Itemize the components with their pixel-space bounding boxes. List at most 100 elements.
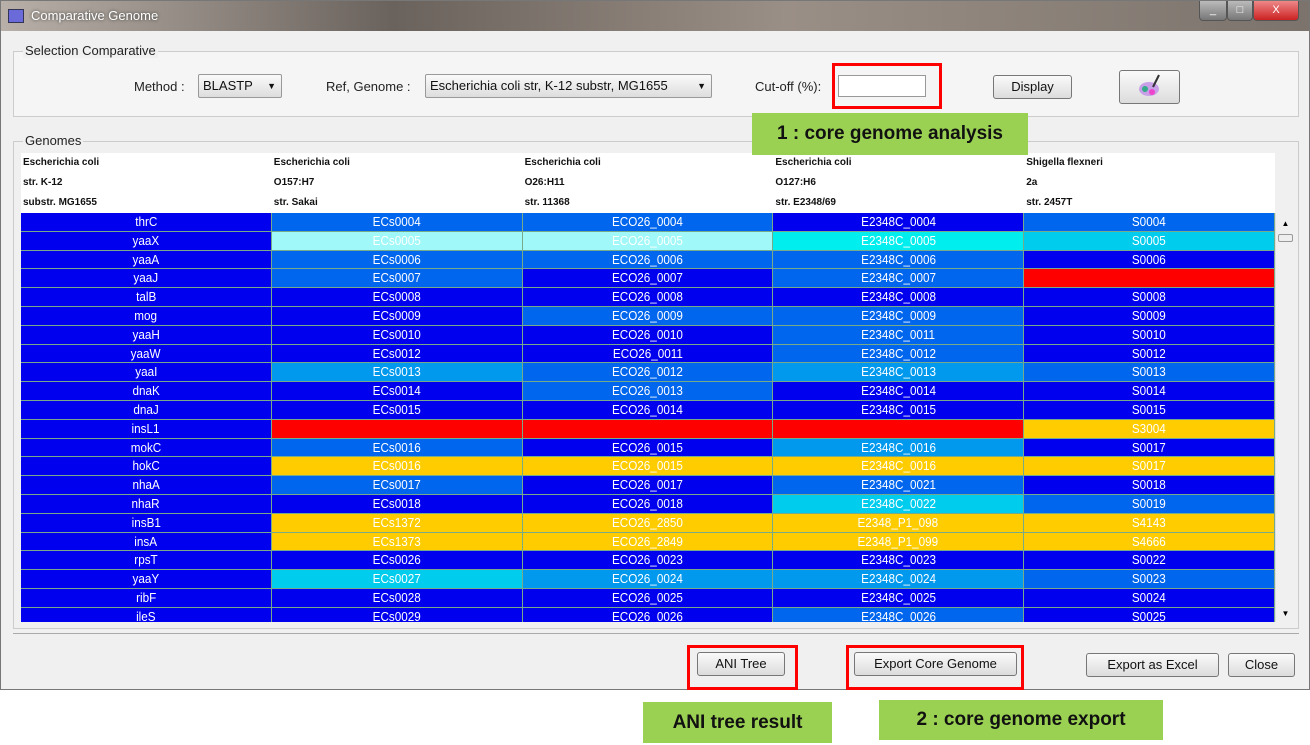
ortholog-cell[interactable]: S0019 bbox=[1024, 494, 1275, 514]
scroll-thumb[interactable] bbox=[1278, 234, 1293, 242]
table-row[interactable]: yaaI ECs0013 ECO26_0012 E2348C_0013 S0013 bbox=[21, 363, 1275, 383]
ortholog-cell[interactable]: E2348C_0015 bbox=[773, 400, 1025, 420]
gene-cell[interactable]: insL1 bbox=[21, 419, 272, 439]
gene-cell[interactable]: yaaW bbox=[21, 344, 272, 364]
ortholog-cell[interactable]: ECs0008 bbox=[271, 288, 523, 307]
ortholog-cell[interactable]: ECs0015 bbox=[271, 400, 523, 420]
table-row[interactable]: yaaX ECs0005 ECO26_0005 E2348C_0005 S0005 bbox=[21, 231, 1275, 251]
ortholog-cell[interactable]: ECO26_0007 bbox=[522, 269, 774, 289]
ortholog-cell[interactable]: ECO26_2850 bbox=[522, 513, 774, 533]
ortholog-cell[interactable]: ECs0012 bbox=[271, 344, 523, 364]
table-row[interactable]: yaaW ECs0012 ECO26_0011 E2348C_0012 S0012 bbox=[21, 344, 1275, 364]
ortholog-cell[interactable]: E2348C_0016 bbox=[773, 438, 1025, 458]
table-row[interactable]: nhaA ECs0017 ECO26_0017 E2348C_0021 S0018 bbox=[21, 476, 1275, 495]
ortholog-cell[interactable]: S0018 bbox=[1024, 476, 1275, 495]
ortholog-cell[interactable]: E2348_P1_099 bbox=[773, 532, 1025, 552]
ortholog-cell[interactable]: S0006 bbox=[1024, 250, 1275, 270]
table-row[interactable]: ribF ECs0028 ECO26_0025 E2348C_0025 S0024 bbox=[21, 588, 1275, 608]
gene-cell[interactable]: nhaR bbox=[21, 494, 272, 514]
table-row[interactable]: dnaJ ECs0015 ECO26_0014 E2348C_0015 S0015 bbox=[21, 400, 1275, 420]
ortholog-cell[interactable] bbox=[773, 419, 1025, 439]
gene-cell[interactable]: ileS bbox=[21, 607, 272, 622]
gene-cell[interactable]: dnaK bbox=[21, 382, 272, 401]
ortholog-cell[interactable] bbox=[271, 419, 523, 439]
gene-cell[interactable]: hokC bbox=[21, 457, 272, 477]
ortholog-cell[interactable]: S0017 bbox=[1024, 438, 1275, 458]
ortholog-cell[interactable]: S0023 bbox=[1024, 570, 1275, 589]
ortholog-cell[interactable]: E2348C_0005 bbox=[773, 231, 1025, 251]
ortholog-cell[interactable]: S0010 bbox=[1024, 325, 1275, 345]
paint-button[interactable] bbox=[1119, 70, 1180, 104]
ortholog-cell[interactable]: S0005 bbox=[1024, 231, 1275, 251]
gene-cell[interactable]: nhaA bbox=[21, 476, 272, 495]
ortholog-cell[interactable]: ECs0004 bbox=[271, 213, 523, 232]
ortholog-cell[interactable]: ECO26_0025 bbox=[522, 588, 774, 608]
scroll-up-icon[interactable]: ▲ bbox=[1276, 219, 1295, 228]
table-row[interactable]: ileS ECs0029 ECO26_0026 E2348C_0026 S0025 bbox=[21, 607, 1275, 622]
export-excel-button[interactable]: Export as Excel bbox=[1086, 653, 1219, 677]
ortholog-cell[interactable]: ECO26_0008 bbox=[522, 288, 774, 307]
ortholog-cell[interactable]: E2348C_0025 bbox=[773, 588, 1025, 608]
ortholog-cell[interactable]: ECs0027 bbox=[271, 570, 523, 589]
gene-cell[interactable]: yaaJ bbox=[21, 269, 272, 289]
scroll-down-icon[interactable]: ▼ bbox=[1276, 609, 1295, 618]
table-row[interactable]: yaaJ ECs0007 ECO26_0007 E2348C_0007 bbox=[21, 269, 1275, 289]
ortholog-cell[interactable]: ECO26_0009 bbox=[522, 306, 774, 326]
ortholog-cell[interactable]: S0017 bbox=[1024, 457, 1275, 477]
ortholog-cell[interactable]: ECO26_0023 bbox=[522, 551, 774, 571]
ortholog-cell[interactable] bbox=[522, 419, 774, 439]
close-window-button[interactable]: X bbox=[1253, 1, 1299, 21]
ortholog-cell[interactable]: S0009 bbox=[1024, 306, 1275, 326]
gene-cell[interactable]: rpsT bbox=[21, 551, 272, 571]
gene-cell[interactable]: yaaX bbox=[21, 231, 272, 251]
ortholog-cell[interactable]: S0025 bbox=[1024, 607, 1275, 622]
ortholog-cell[interactable]: ECO26_0004 bbox=[522, 213, 774, 232]
ortholog-cell[interactable]: ECO26_0018 bbox=[522, 494, 774, 514]
gene-cell[interactable]: yaaH bbox=[21, 325, 272, 345]
ortholog-cell[interactable]: S0014 bbox=[1024, 382, 1275, 401]
table-row[interactable]: insL1 S3004 bbox=[21, 419, 1275, 439]
ortholog-cell[interactable]: E2348C_0013 bbox=[773, 363, 1025, 383]
ortholog-cell[interactable]: ECs0006 bbox=[271, 250, 523, 270]
ortholog-cell[interactable]: S0013 bbox=[1024, 363, 1275, 383]
ortholog-cell[interactable]: ECs1372 bbox=[271, 513, 523, 533]
ortholog-cell[interactable]: E2348C_0014 bbox=[773, 382, 1025, 401]
ortholog-cell[interactable]: E2348C_0006 bbox=[773, 250, 1025, 270]
ortholog-cell[interactable]: S0008 bbox=[1024, 288, 1275, 307]
table-row[interactable]: nhaR ECs0018 ECO26_0018 E2348C_0022 S0019 bbox=[21, 494, 1275, 514]
gene-cell[interactable]: dnaJ bbox=[21, 400, 272, 420]
table-row[interactable]: talB ECs0008 ECO26_0008 E2348C_0008 S0008 bbox=[21, 288, 1275, 307]
ortholog-cell[interactable]: S0004 bbox=[1024, 213, 1275, 232]
ortholog-cell[interactable]: E2348C_0007 bbox=[773, 269, 1025, 289]
minimize-button[interactable]: _ bbox=[1199, 1, 1227, 21]
ortholog-cell[interactable]: S4666 bbox=[1024, 532, 1275, 552]
ortholog-cell[interactable]: ECO26_0011 bbox=[522, 344, 774, 364]
ortholog-cell[interactable]: E2348C_0008 bbox=[773, 288, 1025, 307]
ortholog-cell[interactable]: ECO26_0015 bbox=[522, 457, 774, 477]
ortholog-cell[interactable]: E2348C_0011 bbox=[773, 325, 1025, 345]
table-row[interactable]: yaaA ECs0006 ECO26_0006 E2348C_0006 S0006 bbox=[21, 250, 1275, 270]
ref-genome-select[interactable]: Escherichia coli str, K-12 substr, MG165… bbox=[425, 74, 712, 98]
table-row[interactable]: mog ECs0009 ECO26_0009 E2348C_0009 S0009 bbox=[21, 306, 1275, 326]
ortholog-cell[interactable]: ECs0007 bbox=[271, 269, 523, 289]
ortholog-cell[interactable]: ECO26_0024 bbox=[522, 570, 774, 589]
ortholog-cell[interactable]: S4143 bbox=[1024, 513, 1275, 533]
gene-cell[interactable]: ribF bbox=[21, 588, 272, 608]
ortholog-cell[interactable]: E2348C_0024 bbox=[773, 570, 1025, 589]
ortholog-cell[interactable]: ECs1373 bbox=[271, 532, 523, 552]
gene-cell[interactable]: thrC bbox=[21, 213, 272, 232]
close-button[interactable]: Close bbox=[1228, 653, 1295, 677]
ortholog-cell[interactable]: S0022 bbox=[1024, 551, 1275, 571]
ortholog-cell[interactable]: ECs0028 bbox=[271, 588, 523, 608]
table-row[interactable]: dnaK ECs0014 ECO26_0013 E2348C_0014 S0014 bbox=[21, 382, 1275, 401]
ortholog-cell[interactable]: E2348C_0021 bbox=[773, 476, 1025, 495]
ortholog-cell[interactable]: E2348C_0004 bbox=[773, 213, 1025, 232]
table-row[interactable]: yaaH ECs0010 ECO26_0010 E2348C_0011 S0010 bbox=[21, 325, 1275, 345]
gene-cell[interactable]: insB1 bbox=[21, 513, 272, 533]
ortholog-cell[interactable]: ECO26_0013 bbox=[522, 382, 774, 401]
ortholog-cell[interactable]: ECs0010 bbox=[271, 325, 523, 345]
ortholog-cell[interactable]: ECs0009 bbox=[271, 306, 523, 326]
table-row[interactable]: yaaY ECs0027 ECO26_0024 E2348C_0024 S0023 bbox=[21, 570, 1275, 589]
ortholog-cell[interactable]: ECO26_0014 bbox=[522, 400, 774, 420]
ortholog-cell[interactable]: ECO26_0015 bbox=[522, 438, 774, 458]
